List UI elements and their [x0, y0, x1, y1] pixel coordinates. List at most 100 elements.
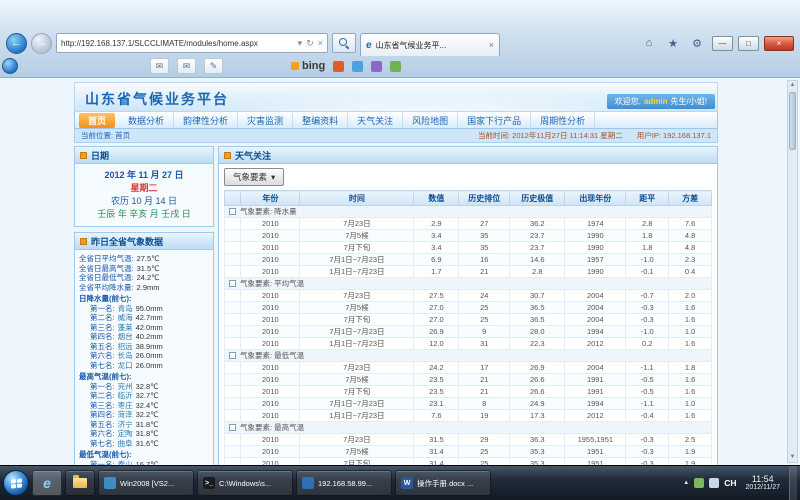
table-row[interactable]: 20107月下旬27.02536.52004-0.31.6 — [225, 314, 712, 326]
mail-button[interactable]: ✉ — [150, 58, 169, 74]
nav-item-2[interactable]: 数据分析 — [119, 113, 174, 128]
table-row[interactable]: 20107月23日24.21726.92004-1.11.8 — [225, 362, 712, 374]
language-indicator[interactable]: CH — [724, 478, 736, 488]
toolbar-app-icon[interactable] — [390, 61, 401, 72]
tab-close-icon[interactable]: × — [489, 40, 494, 50]
taskbar-button-3[interactable]: 192.168.58.99... — [296, 470, 392, 496]
taskbar-button-4[interactable]: W操作手册.docx ... — [395, 470, 491, 496]
group-checkbox[interactable] — [229, 352, 236, 359]
filter-row: 气象要素 ▾ — [224, 168, 712, 186]
table-group-row[interactable]: 气象要素: 最低气温 — [225, 350, 712, 362]
table-row[interactable]: 20107月1日~7月23日26.9928.01994-1.01.0 — [225, 326, 712, 338]
table-cell: -0.5 — [626, 374, 669, 386]
nav-item-9[interactable]: 周期性分析 — [531, 113, 595, 128]
forward-button[interactable]: → — [31, 33, 52, 54]
favorites-button[interactable]: ★ — [663, 34, 683, 52]
search-button[interactable] — [332, 33, 356, 53]
rank-item: 第四名:烟台40.2mm — [79, 332, 209, 342]
table-cell: 2010 — [241, 314, 300, 326]
table-cell: -0.7 — [626, 290, 669, 302]
taskbar-button-2[interactable]: >_C:\Windows\s... — [197, 470, 293, 496]
scrollbar-thumb[interactable] — [789, 92, 796, 150]
tray-status-icon[interactable] — [694, 478, 704, 488]
table-cell: 27.0 — [414, 302, 459, 314]
scroll-up-icon[interactable]: ▲ — [790, 81, 796, 90]
table-row[interactable]: 20101月1日~7月23日7.61917.32012-0.41.6 — [225, 410, 712, 422]
rank-label: 第三名: — [90, 401, 115, 410]
show-desktop-button[interactable] — [789, 466, 797, 500]
toolbar-circle-icon[interactable] — [2, 58, 18, 74]
group-checkbox[interactable] — [229, 280, 236, 287]
table-group-row[interactable]: 气象要素: 降水量 — [225, 206, 712, 218]
rank-item: 第六名:定陶31.8℃ — [79, 429, 209, 439]
minimize-button[interactable]: — — [712, 36, 733, 51]
table-row[interactable]: 20107月1日~7月23日6.91614.61957-1.02.3 — [225, 254, 712, 266]
element-filter-button[interactable]: 气象要素 ▾ — [224, 168, 284, 186]
table-cell: 25 — [459, 446, 510, 458]
row-indent-cell — [225, 254, 241, 266]
table-row[interactable]: 20107月5候31.42535.31951-0.31.9 — [225, 446, 712, 458]
group-checkbox[interactable] — [229, 424, 236, 431]
table-row[interactable]: 20107月23日27.52430.72004-0.72.0 — [225, 290, 712, 302]
toolbar-app-icon[interactable] — [371, 61, 382, 72]
bing-logo[interactable]: bing — [291, 60, 325, 72]
taskbar-explorer-button[interactable] — [65, 470, 95, 496]
page-title: 山东省气候业务平台 — [85, 89, 229, 109]
nav-item-6[interactable]: 天气关注 — [348, 113, 403, 128]
mail-compose-button[interactable]: ✉ — [177, 58, 196, 74]
table-row[interactable]: 20107月下旬3.43523.719901.84.8 — [225, 242, 712, 254]
table-row[interactable]: 20101月1日~7月23日12.03122.320120.21.6 — [225, 338, 712, 350]
start-button[interactable] — [3, 470, 29, 496]
taskbar-button-1[interactable]: Win2008 [VS2... — [98, 470, 194, 496]
vertical-scrollbar[interactable]: ▲ ▼ — [787, 80, 798, 463]
edit-button[interactable]: ✎ — [204, 58, 223, 74]
table-cell: 1.8 — [669, 362, 712, 374]
nav-item-3[interactable]: 韵律性分析 — [174, 113, 238, 128]
stop-icon[interactable]: × — [318, 39, 323, 48]
nav-item-1[interactable]: 首页 — [79, 113, 115, 128]
row-indent-cell — [225, 230, 241, 242]
tray-network-icon[interactable] — [709, 478, 719, 488]
back-button[interactable]: ← — [6, 33, 27, 54]
close-button[interactable]: × — [764, 36, 794, 51]
toolbar-app-icon[interactable] — [352, 61, 363, 72]
nav-item-7[interactable]: 风险地图 — [403, 113, 458, 128]
table-group-row[interactable]: 气象要素: 平均气温 — [225, 278, 712, 290]
table-row[interactable]: 20101月1日~7月23日1.7212.81990-0.10.4 — [225, 266, 712, 278]
hidden-icons-button[interactable]: ▲ — [683, 480, 689, 486]
table-row[interactable]: 20107月5候3.43523.719901.84.8 — [225, 230, 712, 242]
toolbar-app-icon[interactable] — [333, 61, 344, 72]
group-checkbox[interactable] — [229, 208, 236, 215]
taskbar-clock[interactable]: 11:54 2012/11/27 — [741, 474, 784, 492]
maximize-button[interactable]: □ — [738, 36, 759, 51]
table-row[interactable]: 20107月1日~7月23日23.1824.91994-1.11.0 — [225, 398, 712, 410]
table-row[interactable]: 20107月23日31.52936.31955,1951-0.32.5 — [225, 434, 712, 446]
tools-button[interactable]: ⚙ — [687, 34, 707, 52]
address-input[interactable]: http://192.168.137.1/SLCCLIMATE/modules/… — [56, 33, 328, 53]
rank-label: 第三名: — [90, 323, 115, 332]
home-button[interactable]: ⌂ — [639, 34, 659, 52]
table-cell: 2004 — [565, 362, 626, 374]
table-row[interactable]: 20107月下旬31.42535.31951-0.31.9 — [225, 458, 712, 466]
nav-item-5[interactable]: 整编资料 — [293, 113, 348, 128]
table-row[interactable]: 20107月5候23.52126.61991-0.51.6 — [225, 374, 712, 386]
nav-item-4[interactable]: 灾害监测 — [238, 113, 293, 128]
weather-panel-body: 全省日平均气温:27.5℃全省日最高气温:31.5℃全省日最低气温:24.2℃全… — [75, 250, 213, 465]
table-row[interactable]: 20107月下旬23.52126.61991-0.51.6 — [225, 386, 712, 398]
nav-item-8[interactable]: 国家下行产品 — [458, 113, 531, 128]
refresh-icon[interactable]: ↻ — [306, 39, 314, 48]
table-group-row[interactable]: 气象要素: 最高气温 — [225, 422, 712, 434]
rank-section-title: 最高气温(前七): — [79, 372, 209, 382]
taskbar-ie-button[interactable]: e — [32, 470, 62, 496]
table-cell: 9 — [459, 326, 510, 338]
row-indent-cell — [225, 398, 241, 410]
table-cell: 7.6 — [669, 218, 712, 230]
url-dropdown-icon[interactable]: ▾ — [298, 39, 303, 48]
table-cell: -0.3 — [626, 446, 669, 458]
table-cell: 25 — [459, 314, 510, 326]
scroll-down-icon[interactable]: ▼ — [790, 453, 796, 462]
system-tray: ▲ CH 11:54 2012/11/27 — [683, 466, 797, 500]
table-row[interactable]: 20107月23日2.92736.219742.87.6 — [225, 218, 712, 230]
table-row[interactable]: 20107月5候27.02536.52004-0.31.6 — [225, 302, 712, 314]
browser-tab[interactable]: e 山东省气候业务平... × — [360, 33, 500, 56]
